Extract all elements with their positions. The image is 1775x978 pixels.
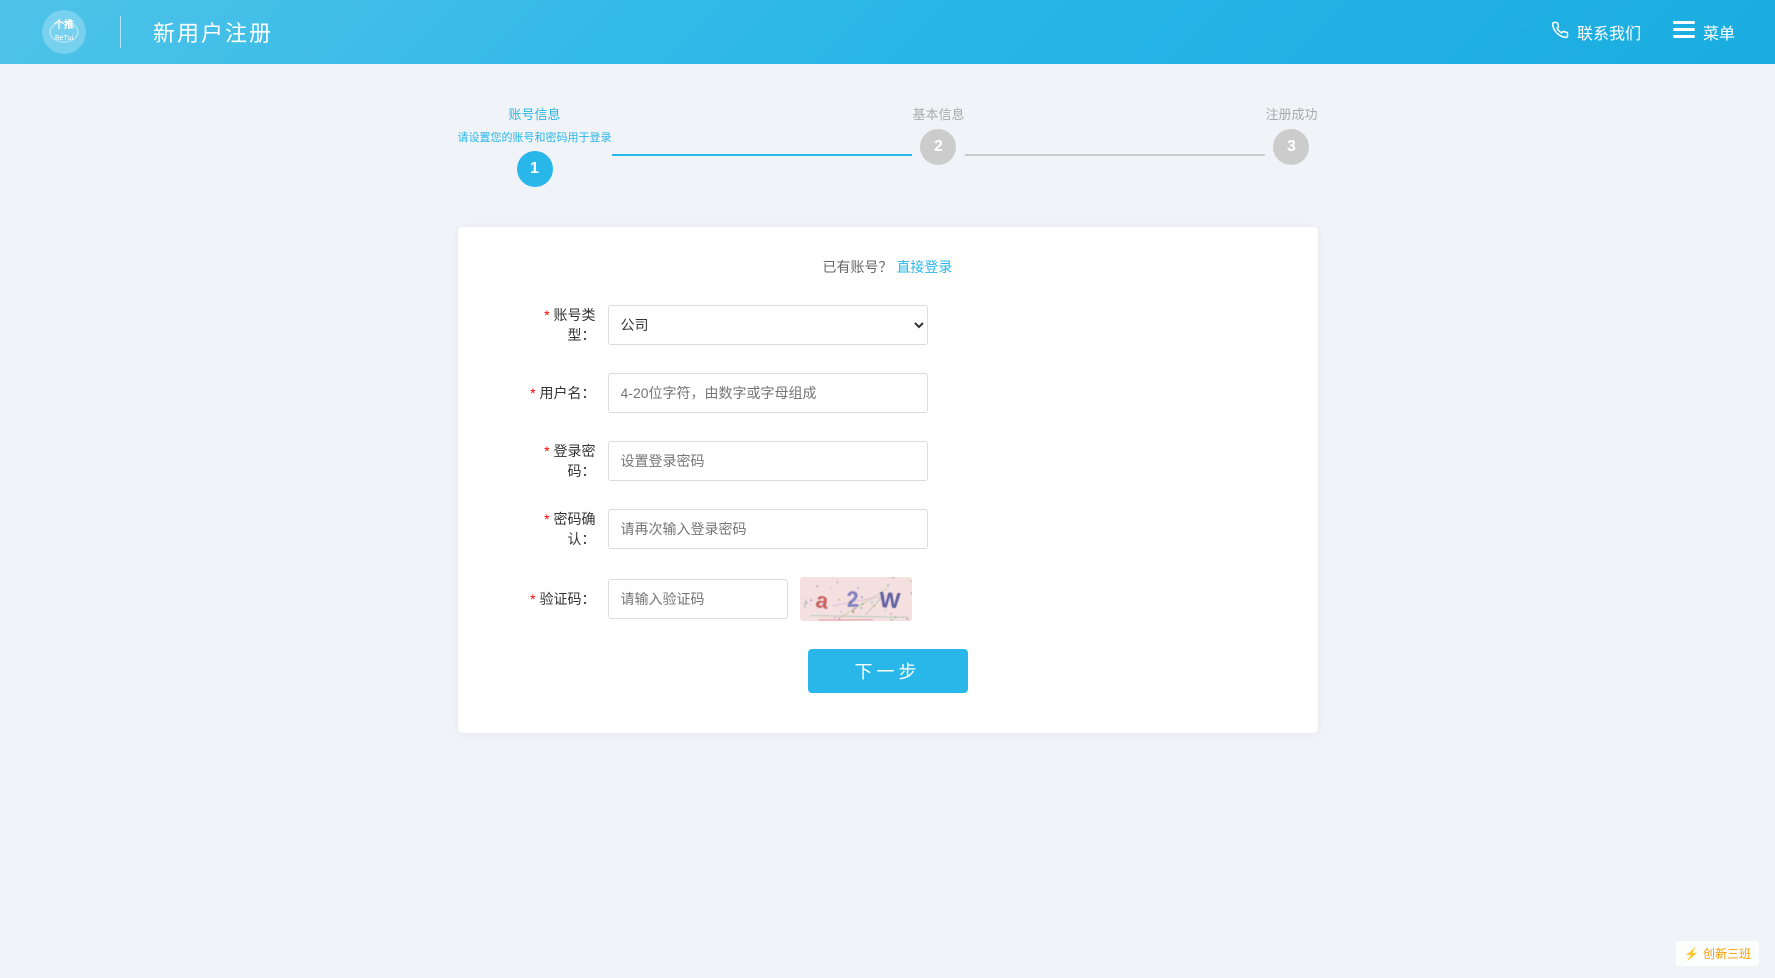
account-type-select[interactable]: 公司 个人 <box>608 305 928 345</box>
captcha-area <box>608 577 912 621</box>
step-2-circle: 2 <box>920 129 956 165</box>
already-account-text: 已有账号？ <box>823 259 893 275</box>
captcha-image[interactable] <box>800 577 912 621</box>
confirm-password-input[interactable] <box>608 509 928 549</box>
password-label: 登录密码： <box>518 441 608 481</box>
captcha-label: 验证码： <box>518 589 608 609</box>
main-content: 账号信息 请设置您的账号和密码用于登录 1 基本信息 2 注册成功 3 已有账号… <box>438 64 1338 773</box>
stepper: 账号信息 请设置您的账号和密码用于登录 1 基本信息 2 注册成功 3 <box>458 104 1318 187</box>
username-row: 用户名： <box>518 373 1258 413</box>
menu-icon <box>1673 21 1695 44</box>
step-3-circle: 3 <box>1273 129 1309 165</box>
watermark-icon: ⚡ <box>1684 947 1699 961</box>
account-type-row: 账号类型： 公司 个人 <box>518 305 1258 345</box>
next-button[interactable]: 下一步 <box>808 649 968 693</box>
confirm-password-label: 密码确认： <box>518 509 608 549</box>
login-link[interactable]: 直接登录 <box>896 259 952 275</box>
header: 个推 BeTui 新用户注册 联系我们 <box>0 0 1775 64</box>
phone-icon <box>1551 21 1569 44</box>
header-right: 联系我们 菜单 <box>1551 20 1735 44</box>
step-1-label: 账号信息 <box>508 104 560 123</box>
captcha-canvas <box>800 577 912 621</box>
step-1: 账号信息 请设置您的账号和密码用于登录 1 <box>458 104 612 187</box>
captcha-input[interactable] <box>608 579 788 619</box>
password-input[interactable] <box>608 441 928 481</box>
contact-label: 联系我们 <box>1577 20 1641 44</box>
step-1-subtitle: 请设置您的账号和密码用于登录 <box>458 129 612 145</box>
step-2-label: 基本信息 <box>912 104 964 123</box>
logo-divider <box>120 16 121 48</box>
logo-icon: 个推 BeTui <box>40 8 88 56</box>
contact-button[interactable]: 联系我们 <box>1551 20 1641 44</box>
step-1-circle: 1 <box>517 151 553 187</box>
step-2: 基本信息 2 <box>912 104 964 165</box>
menu-button[interactable]: 菜单 <box>1673 20 1735 44</box>
username-input[interactable] <box>608 373 928 413</box>
step-line-2 <box>965 154 1266 156</box>
form-card: 已有账号？ 直接登录 账号类型： 公司 个人 用户名： 登录密码： 密码确认： <box>458 227 1318 733</box>
account-type-label: 账号类型： <box>518 305 608 345</box>
menu-label: 菜单 <box>1703 20 1735 44</box>
password-row: 登录密码： <box>518 441 1258 481</box>
username-label: 用户名： <box>518 383 608 403</box>
logo-area: 个推 BeTui <box>40 8 88 56</box>
confirm-password-row: 密码确认： <box>518 509 1258 549</box>
step-3-label: 注册成功 <box>1265 104 1317 123</box>
step-line-1 <box>612 154 913 156</box>
page-title: 新用户注册 <box>153 16 273 48</box>
step-3: 注册成功 3 <box>1265 104 1317 165</box>
header-left: 个推 BeTui 新用户注册 <box>40 8 273 56</box>
already-account-row: 已有账号？ 直接登录 <box>518 257 1258 277</box>
captcha-row: 验证码： <box>518 577 1258 621</box>
watermark: ⚡ 创新三班 <box>1676 941 1759 966</box>
watermark-text: 创新三班 <box>1703 945 1751 962</box>
